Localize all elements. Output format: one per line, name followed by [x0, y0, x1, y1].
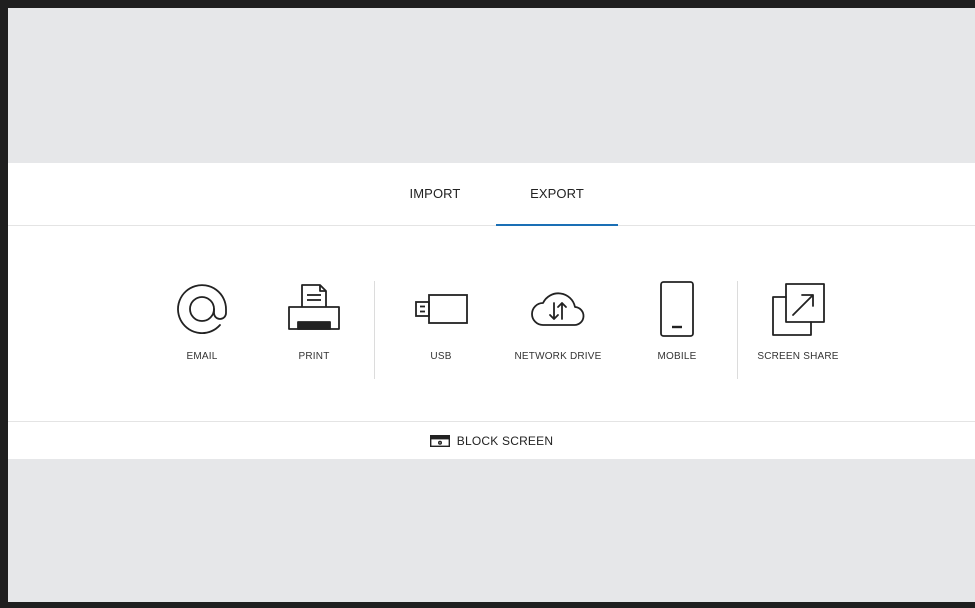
usb-option[interactable]: USB	[381, 279, 501, 362]
network-drive-label: NETWORK DRIVE	[514, 351, 602, 362]
export-options: EMAIL PRINT USB NETWORK DRIVE MOBILE SCR…	[8, 225, 975, 421]
block-screen-icon	[429, 435, 450, 447]
screen-share-icon	[768, 279, 828, 339]
mobile-label: MOBILE	[657, 351, 697, 362]
divider	[374, 281, 375, 379]
printer-icon	[284, 279, 344, 339]
at-sign-icon	[172, 279, 232, 339]
share-panel: IMPORT EXPORT EMAIL PRINT USB NETWORK DR…	[8, 163, 975, 459]
screen-share-label: SCREEN SHARE	[757, 351, 839, 362]
app-frame: IMPORT EXPORT EMAIL PRINT USB NETWORK DR…	[8, 8, 975, 602]
tab-bar: IMPORT EXPORT	[8, 163, 975, 226]
network-drive-option[interactable]: NETWORK DRIVE	[498, 279, 618, 362]
mobile-phone-icon	[647, 279, 707, 339]
tab-export[interactable]: EXPORT	[496, 186, 618, 226]
print-option[interactable]: PRINT	[254, 279, 374, 362]
block-screen-label: BLOCK SCREEN	[456, 434, 554, 448]
block-screen-button[interactable]: BLOCK SCREEN	[8, 421, 975, 460]
usb-drive-icon	[411, 279, 471, 339]
mobile-option[interactable]: MOBILE	[617, 279, 737, 362]
usb-label: USB	[430, 351, 452, 362]
print-label: PRINT	[298, 351, 330, 362]
cloud-transfer-icon	[528, 279, 588, 339]
tab-import[interactable]: IMPORT	[374, 186, 496, 225]
screen-share-option[interactable]: SCREEN SHARE	[738, 279, 858, 362]
email-option[interactable]: EMAIL	[142, 279, 262, 362]
email-label: EMAIL	[186, 351, 218, 362]
